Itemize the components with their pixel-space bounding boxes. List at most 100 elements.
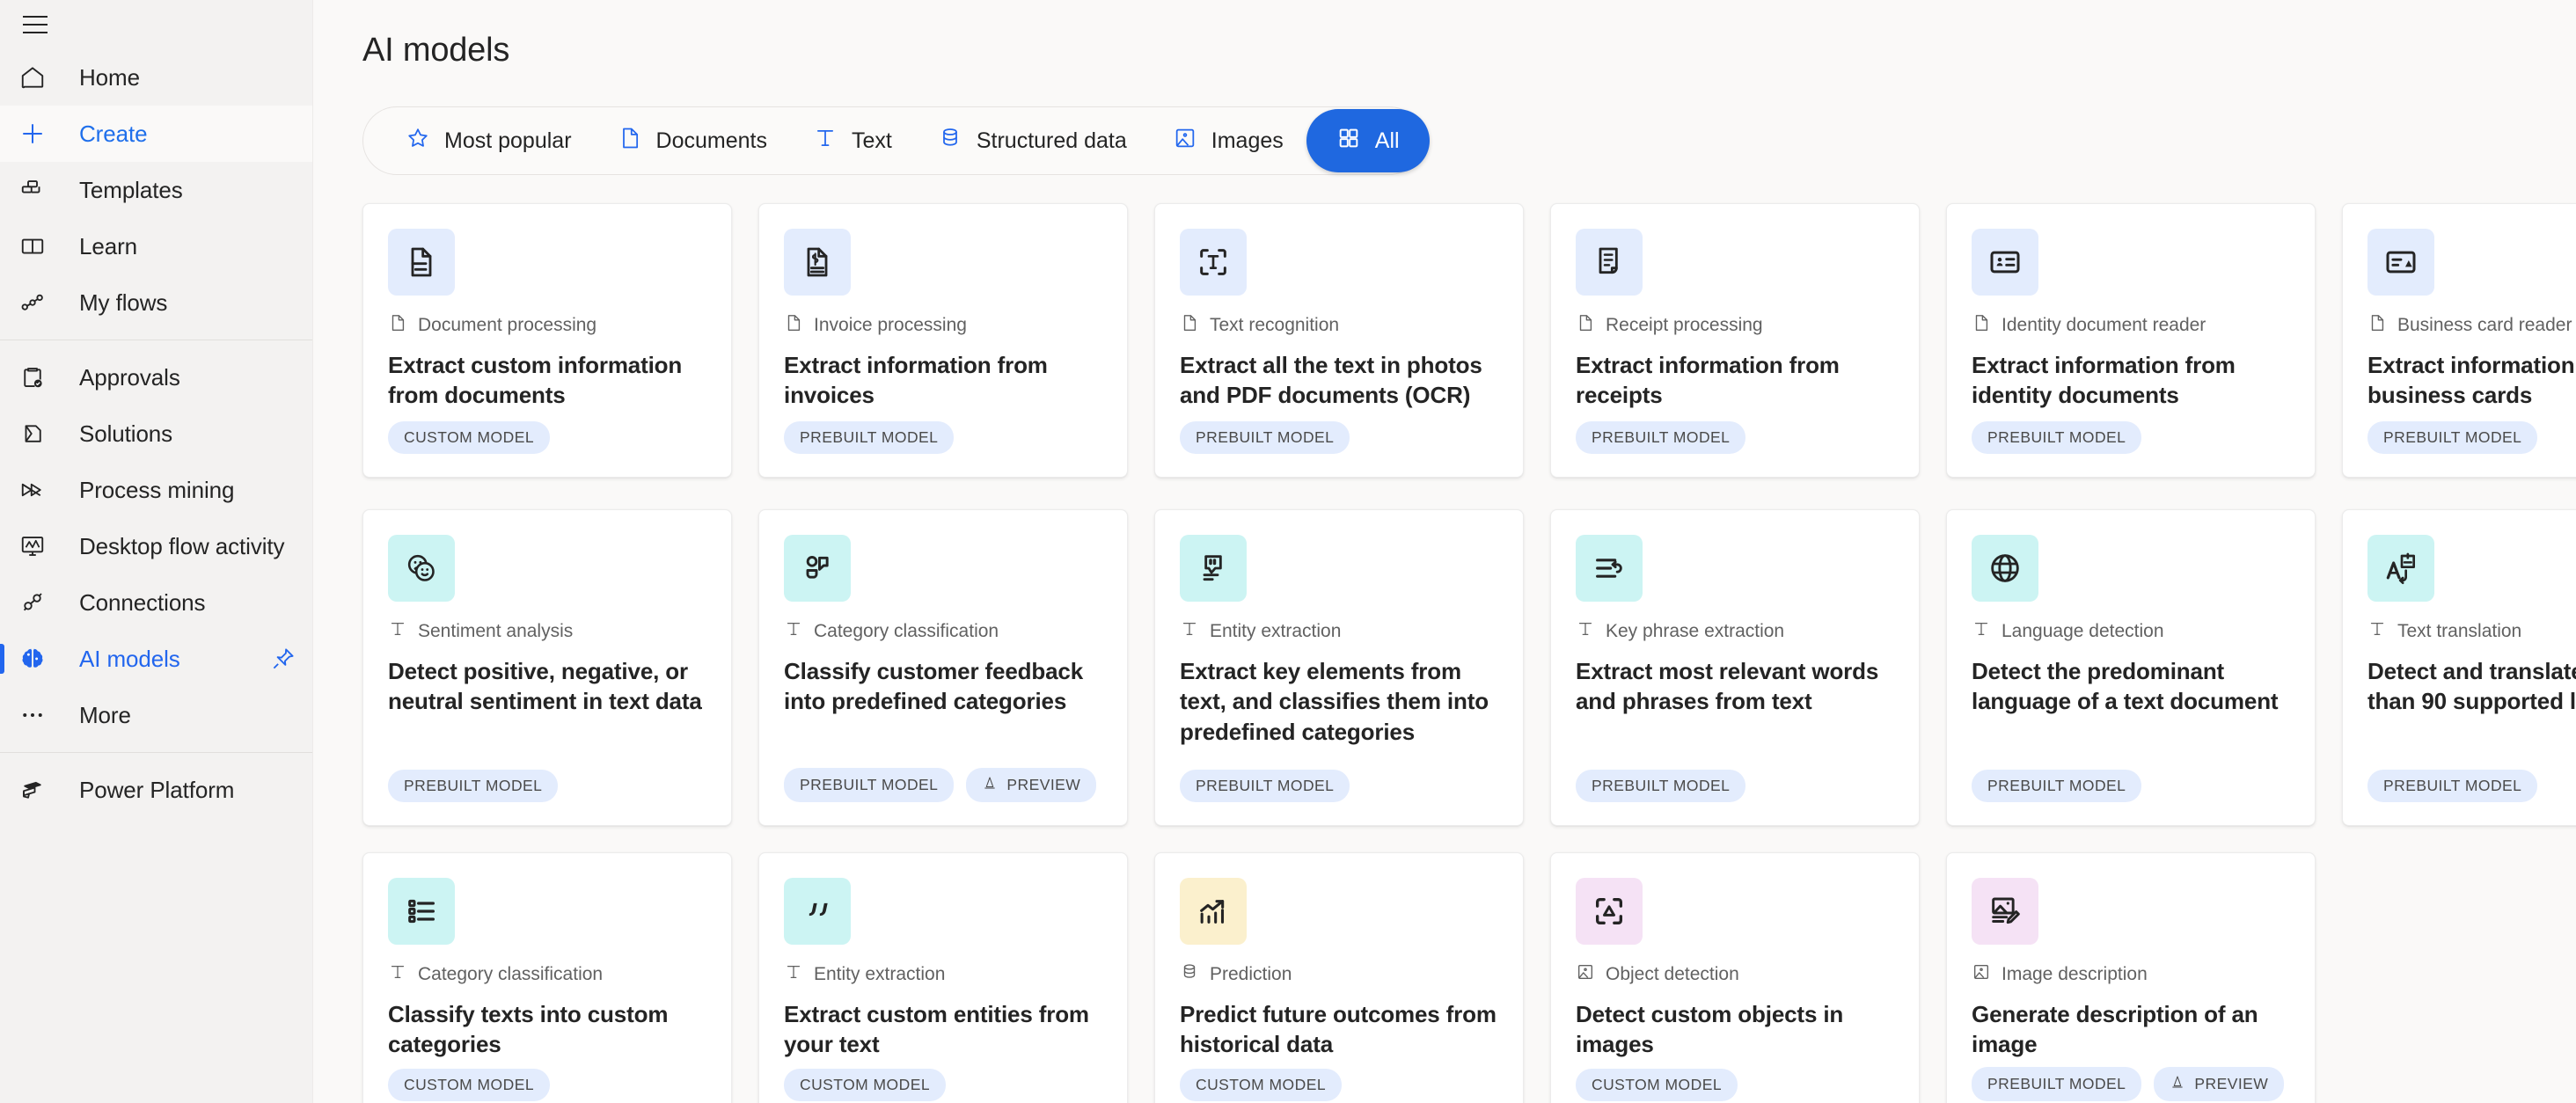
status-badge: CUSTOM MODEL [784,1069,947,1101]
text-t-icon [784,619,803,644]
document-icon [1180,313,1199,338]
sidebar-item-connections[interactable]: Connections [0,574,312,631]
status-badge: PREBUILT MODEL [1576,770,1746,802]
sidebar-item-label: Process mining [79,476,235,503]
card-badges: PREBUILT MODEL [1180,421,1498,454]
card-kind-label: Category classification [814,621,999,641]
main-content: AI models Most popular Documents Text St… [313,0,2576,1103]
sidebar-item-power-platform[interactable]: Power Platform [0,762,312,818]
model-card-document-processing[interactable]: Document processing Extract custom infor… [362,203,732,478]
model-card-prediction[interactable]: Prediction Predict future outcomes from … [1154,852,1524,1103]
text-t-icon [1180,619,1199,644]
filter-text[interactable]: Text [790,114,915,167]
card-kind: Category classification [388,962,706,987]
card-title: Predict future outcomes from historical … [1180,1001,1497,1058]
card-kind-label: Language detection [2002,621,2164,641]
model-card-text-translation[interactable]: Text translation Detect and translate mo… [2342,509,2576,826]
sidebar-item-more[interactable]: More [0,687,312,743]
model-card-identity-document-reader[interactable]: Identity document reader Extract informa… [1946,203,2316,478]
globe-icon [1972,535,2038,602]
sidebar-item-ai-models[interactable]: AI models [0,631,312,687]
star-icon [406,126,430,157]
card-kind-label: Text translation [2397,621,2522,641]
ellipsis-icon [19,702,55,728]
card-title: Classify customer feedback into predefin… [784,658,1084,715]
filter-documents[interactable]: Documents [595,114,790,167]
card-title: Extract information from invoices [784,352,1048,409]
card-kind: Sentiment analysis [388,619,706,644]
card-kind: Identity document reader [1972,313,2290,338]
preview-badge-label: PREVIEW [2194,1075,2269,1092]
document-icon [388,313,407,338]
model-card-invoice-processing[interactable]: Invoice processing Extract information f… [758,203,1128,478]
cone-icon [2170,1074,2185,1094]
card-badges: CUSTOM MODEL [1576,1069,1894,1101]
card-title: Classify texts into custom categories [388,1001,669,1058]
preview-badge: PREVIEW [966,768,1097,802]
sidebar-item-process-mining[interactable]: Process mining [0,462,312,518]
home-icon [19,64,55,91]
model-card-category-classification-prebuilt[interactable]: Category classification Classify custome… [758,509,1128,826]
sidebar-item-templates[interactable]: Templates [0,162,312,218]
sidebar-item-solutions[interactable]: Solutions [0,405,312,462]
document-icon [618,126,642,157]
card-badges: CUSTOM MODEL [784,1069,1102,1101]
sidebar-group-primary: Home Create Templates Learn My flows [0,49,312,331]
sidebar-item-desktop-flow-activity[interactable]: Desktop flow activity [0,518,312,574]
filter-most-popular[interactable]: Most popular [383,114,595,167]
sidebar-item-home[interactable]: Home [0,49,312,106]
filter-all[interactable]: All [1306,109,1430,172]
sidebar-item-label: Learn [79,232,137,259]
model-card-entity-extraction-custom[interactable]: Entity extraction Extract custom entitie… [758,852,1128,1103]
status-badge: PREBUILT MODEL [2367,770,2538,802]
sidebar-item-create[interactable]: Create [0,106,312,162]
filter-images[interactable]: Images [1150,114,1306,167]
document-icon [1972,313,1991,338]
card-badges: PREBUILT MODEL [1972,770,2290,802]
pin-icon[interactable] [270,646,296,672]
filter-structured-data[interactable]: Structured data [915,114,1150,167]
sidebar-item-label: Solutions [79,420,173,447]
filter-label: Text [851,128,892,153]
model-card-language-detection[interactable]: Language detection Detect the predominan… [1946,509,2316,826]
model-card-sentiment-analysis[interactable]: Sentiment analysis Detect positive, nega… [362,509,732,826]
sidebar-item-label: Templates [79,176,183,203]
sidebar-item-label: Desktop flow activity [79,532,285,559]
filter-bar: Most popular Documents Text Structured d… [362,106,1430,175]
sidebar-divider-bottom [0,752,312,753]
sidebar-item-label: More [79,701,131,728]
book-icon [19,233,55,259]
business-card-icon [2367,229,2434,296]
sidebar-item-my-flows[interactable]: My flows [0,274,312,331]
document-icon [2367,313,2387,338]
model-card-entity-extraction-prebuilt[interactable]: Entity extraction Extract key elements f… [1154,509,1524,826]
plus-icon [19,121,55,147]
templates-icon [19,177,55,203]
model-card-business-card-reader[interactable]: Business card reader Extract information… [2342,203,2576,478]
card-badges: PREBUILT MODEL [2367,770,2576,802]
translate-icon [2367,535,2434,602]
power-platform-icon [19,777,55,803]
model-card-image-description[interactable]: Image description Generate description o… [1946,852,2316,1103]
model-card-object-detection[interactable]: Object detection Detect custom objects i… [1550,852,1920,1103]
desktop-monitor-icon [19,533,55,559]
sidebar-group-secondary: Approvals Solutions Process mining Deskt… [0,349,312,743]
model-card-text-recognition[interactable]: Text recognition Extract all the text in… [1154,203,1524,478]
quotes-icon [784,878,851,945]
model-card-category-classification-custom[interactable]: Category classification Classify texts i… [362,852,732,1103]
sidebar-item-learn[interactable]: Learn [0,218,312,274]
document-extract-icon [388,229,455,296]
quote-extract-icon [1180,535,1247,602]
sidebar-item-approvals[interactable]: Approvals [0,349,312,405]
text-t-icon [1576,619,1595,644]
hamburger-menu-icon[interactable] [19,9,51,40]
model-card-receipt-processing[interactable]: Receipt processing Extract information f… [1550,203,1920,478]
card-title: Extract information from receipts [1576,352,1840,409]
text-t-icon [813,126,838,157]
model-card-key-phrase-extraction[interactable]: Key phrase extraction Extract most relev… [1550,509,1920,826]
card-badges: CUSTOM MODEL [1180,1069,1498,1101]
card-kind-label: Category classification [418,964,604,984]
plug-icon [19,589,55,616]
card-kind-label: Business card reader [2397,315,2572,335]
card-title: Extract custom entities from your text [784,1001,1089,1058]
